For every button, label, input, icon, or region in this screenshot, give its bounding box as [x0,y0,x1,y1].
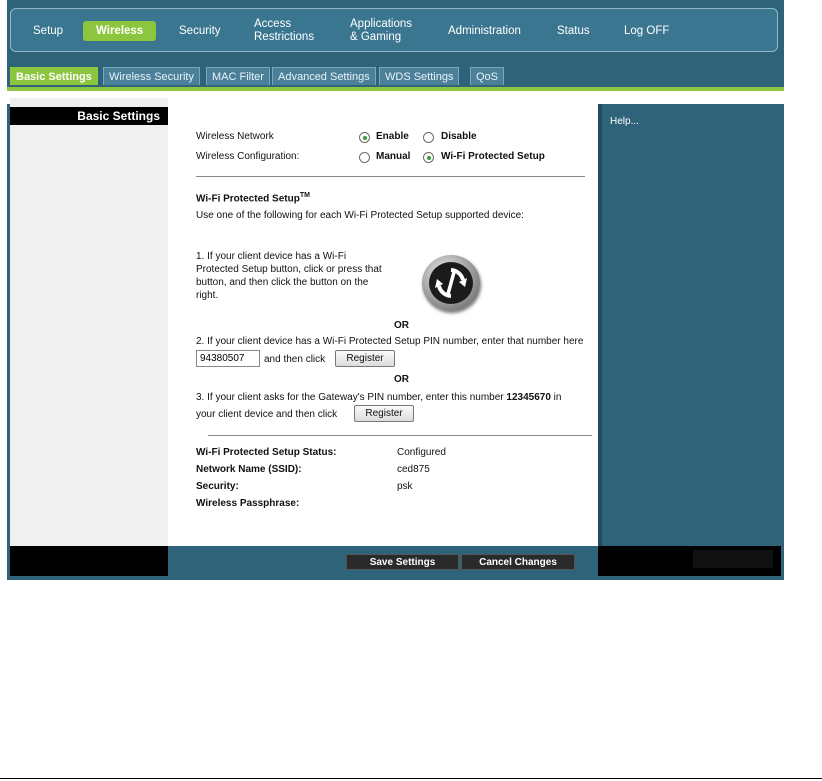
wps-status-value: Configured [397,447,446,458]
wps-option1-line: button, and then click the button on the [196,277,369,288]
wps-label: Wi-Fi Protected Setup [441,151,545,162]
wps-option1-line: 1. If your client device has a Wi-Fi [196,251,347,262]
enable-label: Enable [376,131,409,142]
or-separator: OR [394,374,409,385]
wps-option3-line2: your client device and then click [196,409,338,420]
nav-log-off[interactable]: Log OFF [624,9,669,53]
sub-tab-bar: Basic Settings Wireless Security MAC Fil… [7,62,784,87]
divider [196,176,585,177]
wps-arrows-icon [429,262,473,304]
wireless-network-label: Wireless Network [196,131,274,142]
tab-qos[interactable]: QoS [470,67,505,85]
disable-radio[interactable] [423,132,434,143]
security-value: psk [397,481,413,492]
register-button-pin[interactable]: Register [335,350,395,367]
wps-option2-suffix: and then click [264,354,326,365]
tab-advanced-settings[interactable]: Advanced Settings [272,67,376,85]
wps-option1-line: Protected Setup button, click or press t… [196,264,382,275]
manual-label: Manual [376,151,411,162]
action-button-area: Save Settings Cancel Changes [168,546,598,576]
nav-status[interactable]: Status [557,9,590,53]
divider [208,435,592,436]
ssid-label: Network Name (SSID): [196,464,302,475]
wps-title: Wi-Fi Protected SetupTM [196,192,310,205]
nav-setup[interactable]: Setup [33,9,63,53]
help-panel: Help... [598,104,781,546]
register-button-gateway[interactable]: Register [354,405,414,422]
help-link[interactable]: Help... [610,116,639,127]
wps-status-label: Wi-Fi Protected Setup Status: [196,447,337,458]
nav-applications-gaming[interactable]: Applications & Gaming [350,9,412,53]
tab-basic-settings[interactable]: Basic Settings [10,67,98,85]
nav-access-restrictions[interactable]: Access Restrictions [254,9,314,53]
wps-radio[interactable] [423,152,434,163]
client-pin-input[interactable] [196,350,260,367]
tab-mac-filter[interactable]: MAC Filter [206,67,270,85]
wps-option1-line: right. [196,290,219,301]
section-title: Basic Settings [10,107,168,125]
wps-push-button[interactable] [422,255,480,311]
manual-radio[interactable] [359,152,370,163]
tab-wds-settings[interactable]: WDS Settings [379,67,460,85]
wps-option2-text: 2. If your client device has a Wi-Fi Pro… [196,336,584,347]
nav-wireless[interactable]: Wireless [83,21,157,41]
left-panel [10,98,168,546]
router-admin-frame: Setup Wireless Security Access Restricti… [7,0,784,580]
security-label: Security: [196,481,239,492]
bottom-right-block [693,550,773,568]
disable-label: Disable [441,131,477,142]
cancel-changes-button[interactable]: Cancel Changes [461,554,575,570]
wps-option3-text: 3. If your client asks for the Gateway's… [196,392,562,403]
save-settings-button[interactable]: Save Settings [346,554,459,570]
enable-radio[interactable] [359,132,370,143]
or-separator: OR [394,320,409,331]
main-content: Wireless Network Enable Disable Wireless… [168,98,598,546]
ssid-value: ced875 [397,464,430,475]
bottom-action-bar: Save Settings Cancel Changes [10,546,781,576]
tab-wireless-security[interactable]: Wireless Security [103,67,200,85]
nav-administration[interactable]: Administration [448,9,521,53]
top-navigation-bar: Setup Wireless Security Access Restricti… [10,8,778,52]
passphrase-label: Wireless Passphrase: [196,498,300,509]
nav-security[interactable]: Security [179,9,221,53]
wps-intro: Use one of the following for each Wi-Fi … [196,210,524,221]
wireless-config-label: Wireless Configuration: [196,151,300,162]
page-bottom-rule [0,778,822,779]
